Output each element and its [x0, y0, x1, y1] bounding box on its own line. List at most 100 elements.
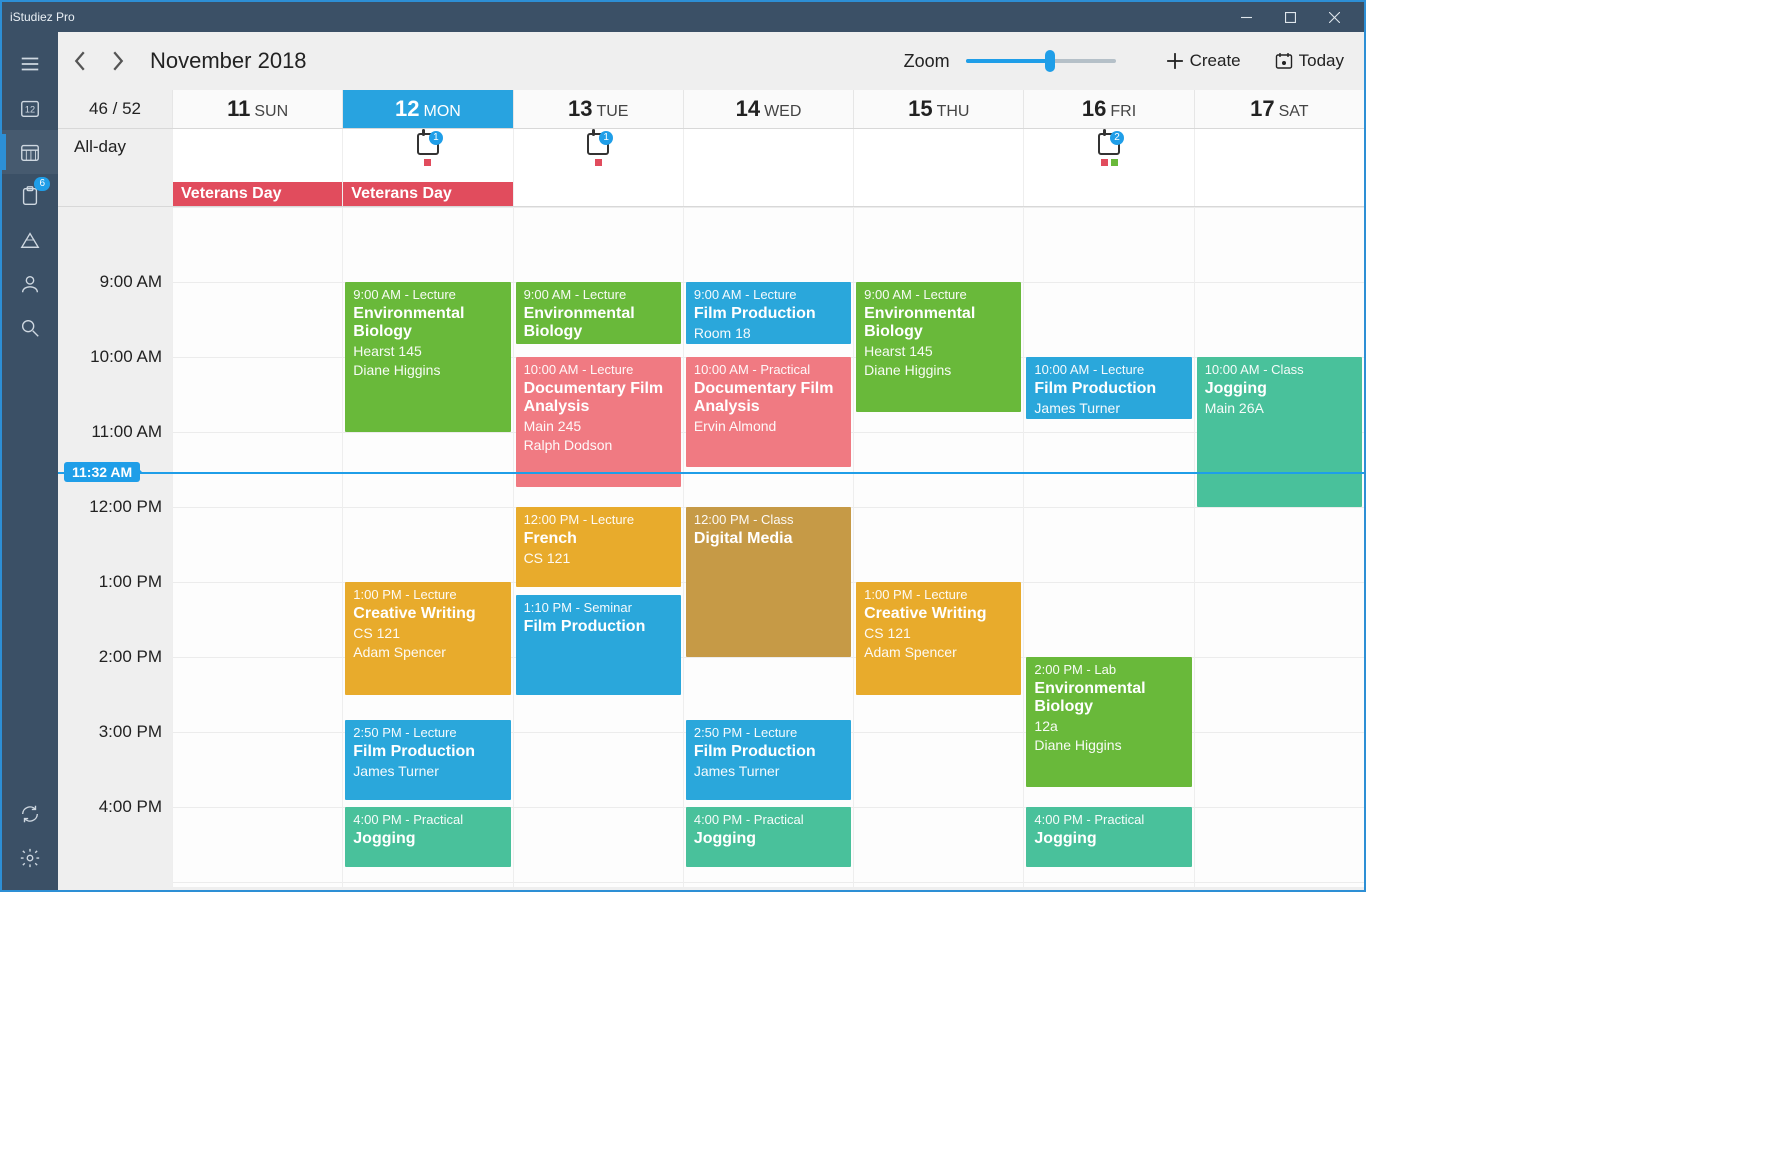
event-meta: 4:00 PM - Practical: [1034, 811, 1183, 829]
today-label: Today: [1299, 51, 1344, 71]
day-col-sat[interactable]: 10:00 AM - ClassJoggingMain 26A: [1194, 207, 1364, 887]
event[interactable]: 9:00 AM - LectureEnvironmental BiologyHe…: [345, 282, 510, 432]
allday-thu[interactable]: [853, 129, 1023, 206]
event[interactable]: 10:00 AM - LectureDocumentary Film Analy…: [516, 357, 681, 487]
event[interactable]: 9:00 AM - LectureEnvironmental Biology: [516, 282, 681, 344]
event-sub: Diane Higgins: [1034, 736, 1183, 754]
event-title: Documentary Film Analysis: [694, 380, 843, 416]
event[interactable]: 4:00 PM - PracticalJogging: [686, 807, 851, 867]
allday-sat[interactable]: [1194, 129, 1364, 206]
event-meta: 4:00 PM - Practical: [694, 811, 843, 829]
event-sub: Adam Spencer: [864, 643, 1013, 661]
maximize-button[interactable]: [1268, 2, 1312, 32]
allday-fri[interactable]: [1023, 129, 1193, 206]
homework-icon[interactable]: [417, 133, 439, 155]
event-title: Film Production: [694, 743, 843, 761]
event-meta: 12:00 PM - Class: [694, 511, 843, 529]
day-col-tue[interactable]: 9:00 AM - LectureEnvironmental Biology 10…: [513, 207, 683, 887]
event-sub: CS 121: [864, 624, 1013, 642]
next-week-button[interactable]: [104, 41, 132, 81]
event[interactable]: 4:00 PM - PracticalJogging: [1026, 807, 1191, 867]
day-head-wed[interactable]: 14WED: [683, 90, 853, 128]
event[interactable]: 10:00 AM - PracticalDocumentary Film Ana…: [686, 357, 851, 467]
close-button[interactable]: [1312, 2, 1356, 32]
day-head-fri[interactable]: 16FRI: [1023, 90, 1193, 128]
create-label: Create: [1190, 51, 1241, 71]
day-header-row: 46 / 52 11SUN 12MON 13TUE 14WED 15THU 16…: [58, 90, 1364, 129]
event-meta: 1:00 PM - Lecture: [864, 586, 1013, 604]
day-col-sun[interactable]: [172, 207, 342, 887]
allday-event[interactable]: Veterans Day: [173, 182, 342, 206]
event[interactable]: 10:00 AM - LectureFilm ProductionJames T…: [1026, 357, 1191, 419]
event-meta: 10:00 AM - Class: [1205, 361, 1354, 379]
sidebar-item-assignments[interactable]: 6: [2, 174, 58, 218]
sidebar-item-instructors[interactable]: [2, 262, 58, 306]
event[interactable]: 2:00 PM - LabEnvironmental Biology12aDia…: [1026, 657, 1191, 787]
event-sub: Main 245: [524, 417, 673, 435]
plus-icon: [1166, 52, 1184, 70]
event[interactable]: 4:00 PM - PracticalJogging: [345, 807, 510, 867]
minimize-button[interactable]: [1224, 2, 1268, 32]
allday-sun[interactable]: Veterans Day: [172, 129, 342, 206]
event[interactable]: 9:00 AM - LectureFilm ProductionRoom 18: [686, 282, 851, 344]
event-sub: James Turner: [1034, 399, 1183, 417]
event[interactable]: 1:00 PM - LectureCreative WritingCS 121A…: [856, 582, 1021, 695]
month-label: November 2018: [150, 48, 307, 74]
day-col-mon[interactable]: 9:00 AM - LectureEnvironmental BiologyHe…: [342, 207, 512, 887]
zoom-slider[interactable]: [966, 59, 1116, 63]
homework-icon[interactable]: [587, 133, 609, 155]
allday-wed[interactable]: [683, 129, 853, 206]
event-title: Digital Media: [694, 530, 843, 548]
event-title: Film Production: [1034, 380, 1183, 398]
today-button[interactable]: Today: [1271, 47, 1348, 75]
event-meta: 2:00 PM - Lab: [1034, 661, 1183, 679]
event[interactable]: 1:00 PM - LectureCreative WritingCS 121A…: [345, 582, 510, 695]
sidebar-item-today[interactable]: 12: [2, 86, 58, 130]
day-head-sat[interactable]: 17SAT: [1194, 90, 1364, 128]
event[interactable]: 9:00 AM - LectureEnvironmental BiologyHe…: [856, 282, 1021, 412]
event[interactable]: 1:10 PM - SeminarFilm Production: [516, 595, 681, 695]
homework-icon[interactable]: [1098, 133, 1120, 155]
event-sub: Adam Spencer: [353, 643, 502, 661]
event-meta: 9:00 AM - Lecture: [864, 286, 1013, 304]
event-sub: Ralph Dodson: [524, 436, 673, 454]
event-meta: 4:00 PM - Practical: [353, 811, 502, 829]
prev-week-button[interactable]: [66, 41, 94, 81]
event-title: Environmental Biology: [353, 305, 502, 341]
sidebar-item-calendar[interactable]: [2, 130, 58, 174]
sync-button[interactable]: [2, 792, 58, 836]
event[interactable]: 12:00 PM - LectureFrenchCS 121: [516, 507, 681, 587]
event-sub: Hearst 145: [864, 342, 1013, 360]
sidebar-item-search[interactable]: [2, 306, 58, 350]
event-sub: Room 18: [694, 324, 843, 342]
event-sub: James Turner: [694, 762, 843, 780]
event[interactable]: 2:50 PM - LectureFilm ProductionJames Tu…: [686, 720, 851, 800]
event-title: Jogging: [1034, 830, 1183, 848]
event-title: Film Production: [694, 305, 843, 323]
day-head-tue[interactable]: 13TUE: [513, 90, 683, 128]
day-col-wed[interactable]: 9:00 AM - LectureFilm ProductionRoom 18 1…: [683, 207, 853, 887]
allday-tue[interactable]: [513, 129, 683, 206]
event[interactable]: 12:00 PM - ClassDigital Media: [686, 507, 851, 657]
allday-mon[interactable]: Veterans Day: [342, 129, 512, 206]
sidebar: 12 6: [2, 32, 58, 890]
event-title: Jogging: [694, 830, 843, 848]
day-col-thu[interactable]: 9:00 AM - LectureEnvironmental BiologyHe…: [853, 207, 1023, 887]
day-head-sun[interactable]: 11SUN: [172, 90, 342, 128]
event-title: French: [524, 530, 673, 548]
sidebar-item-planner[interactable]: [2, 218, 58, 262]
day-col-fri[interactable]: 10:00 AM - LectureFilm ProductionJames T…: [1023, 207, 1193, 887]
event-title: Film Production: [524, 618, 673, 636]
zoom-label: Zoom: [904, 51, 950, 72]
event-meta: 12:00 PM - Lecture: [524, 511, 673, 529]
day-head-thu[interactable]: 15THU: [853, 90, 1023, 128]
allday-label: All-day: [58, 129, 172, 206]
settings-button[interactable]: [2, 836, 58, 880]
event-title: Film Production: [353, 743, 502, 761]
event[interactable]: 2:50 PM - LectureFilm ProductionJames Tu…: [345, 720, 510, 800]
create-button[interactable]: Create: [1162, 47, 1245, 75]
allday-event[interactable]: Veterans Day: [343, 182, 512, 206]
menu-button[interactable]: [2, 42, 58, 86]
day-head-mon[interactable]: 12MON: [342, 90, 512, 128]
event[interactable]: 10:00 AM - ClassJoggingMain 26A: [1197, 357, 1362, 507]
